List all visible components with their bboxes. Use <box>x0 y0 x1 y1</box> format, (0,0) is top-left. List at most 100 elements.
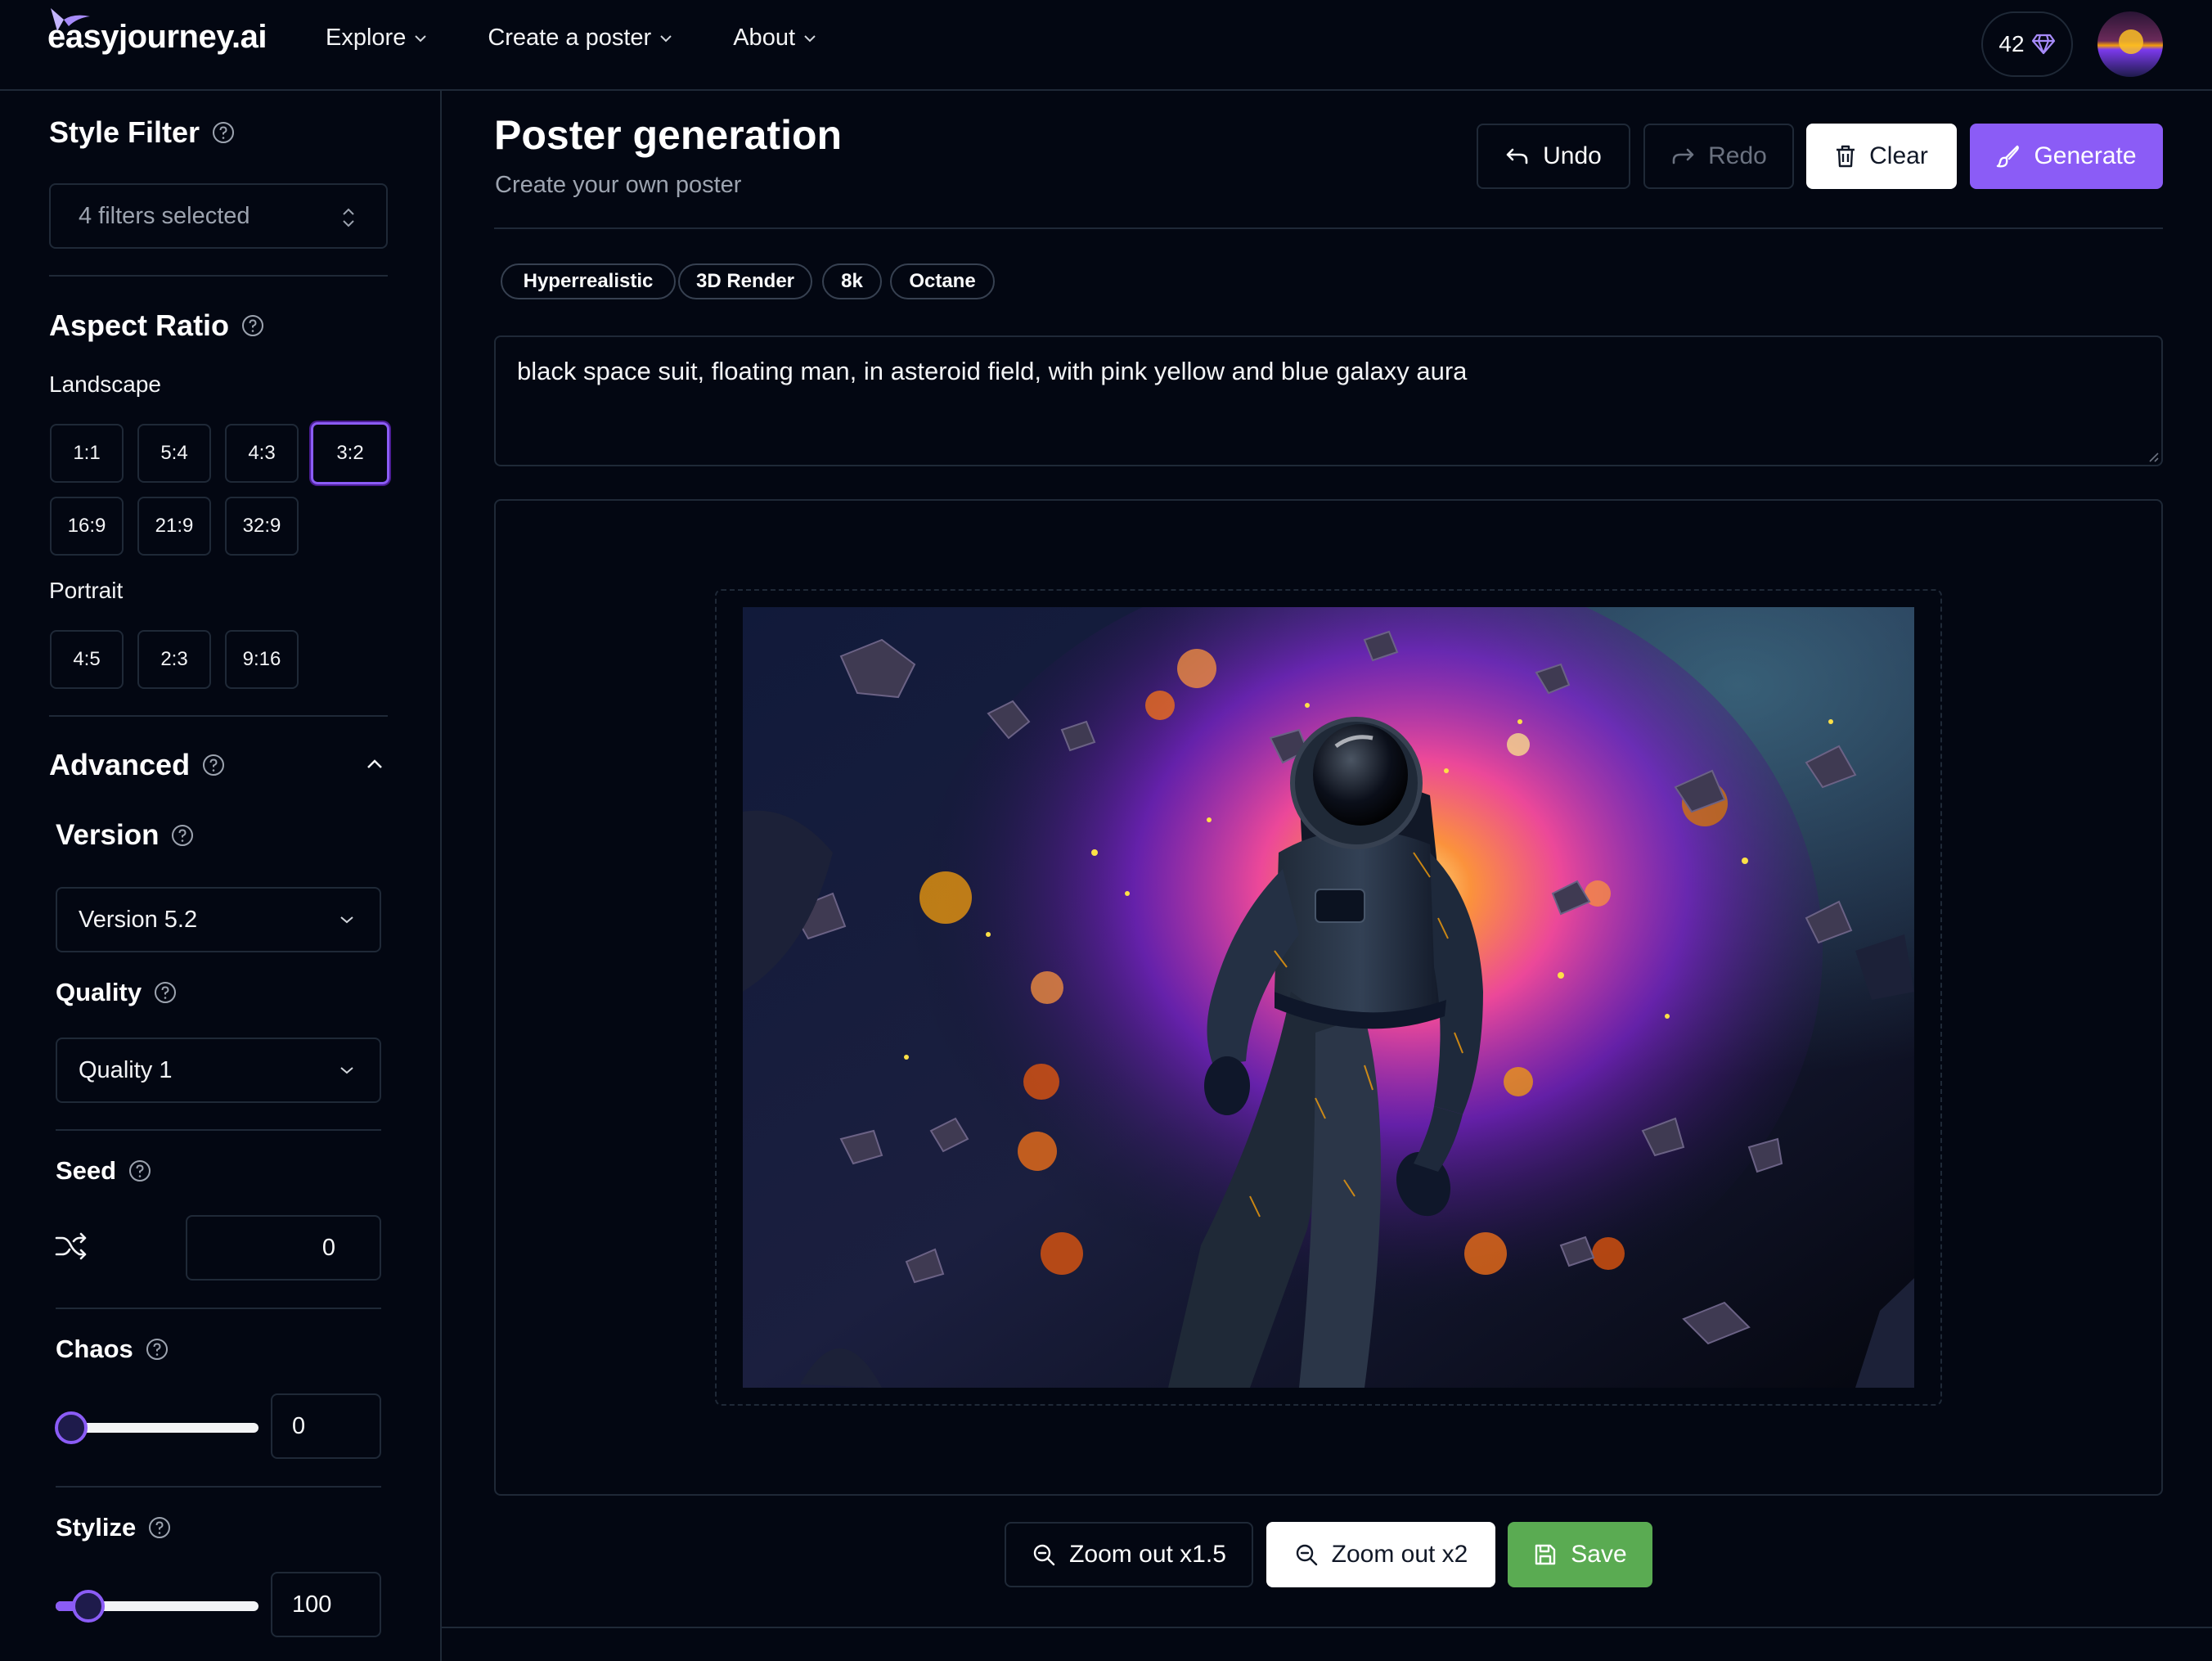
advanced-title: Advanced <box>49 748 191 781</box>
nav-about-label: About <box>733 25 796 51</box>
redo-label: Redo <box>1708 142 1767 169</box>
bird-logo-icon <box>51 8 90 31</box>
style-filter-select[interactable]: 4 filters selected <box>49 183 388 249</box>
nav-explore-label: Explore <box>326 25 407 51</box>
user-avatar[interactable] <box>2097 11 2163 77</box>
style-tag[interactable]: Octane <box>890 263 995 299</box>
nav-about[interactable]: About <box>733 25 816 52</box>
ratio-21-9-button[interactable]: 21:9 <box>137 497 211 556</box>
chaos-slider-thumb[interactable] <box>55 1411 88 1444</box>
stylize-value: 100 <box>292 1591 332 1618</box>
stylize-input[interactable]: 100 <box>271 1572 381 1637</box>
save-label: Save <box>1571 1541 1627 1568</box>
clear-button[interactable]: Clear <box>1806 124 1957 189</box>
ratio-2-3-button[interactable]: 2:3 <box>137 630 211 689</box>
divider <box>494 227 2163 229</box>
footer-divider <box>442 1627 2212 1628</box>
zoom-out-1-5-label: Zoom out x1.5 <box>1069 1541 1226 1568</box>
seed-heading: Seed <box>56 1156 152 1186</box>
zoom-out-1-5-button[interactable]: Zoom out x1.5 <box>1005 1522 1253 1587</box>
zoom-out-2-label: Zoom out x2 <box>1331 1541 1468 1568</box>
help-circle-icon[interactable] <box>201 753 226 777</box>
ratio-4-5-button[interactable]: 4:5 <box>50 630 124 689</box>
ratio-16-9-button[interactable]: 16:9 <box>50 497 124 556</box>
save-button[interactable]: Save <box>1508 1522 1652 1587</box>
zoom-out-2-button[interactable]: Zoom out x2 <box>1266 1522 1495 1587</box>
version-select[interactable]: Version 5.2 <box>56 887 381 952</box>
help-circle-icon[interactable] <box>170 823 195 848</box>
chaos-value: 0 <box>292 1412 306 1439</box>
divider <box>49 275 388 277</box>
resize-handle-icon[interactable] <box>2147 450 2160 463</box>
stylize-slider-thumb[interactable] <box>72 1590 105 1623</box>
divider <box>49 715 388 717</box>
ratio-5-4-button[interactable]: 5:4 <box>137 424 211 483</box>
ratio-1-1-button[interactable]: 1:1 <box>50 424 124 483</box>
chaos-title: Chaos <box>56 1335 133 1363</box>
divider <box>56 1129 381 1131</box>
version-heading: Version <box>56 819 195 852</box>
seed-input[interactable]: 0 <box>186 1215 381 1281</box>
seed-title: Seed <box>56 1156 117 1185</box>
shuffle-icon[interactable] <box>54 1231 88 1261</box>
portrait-label: Portrait <box>49 578 124 603</box>
help-circle-icon[interactable] <box>147 1515 172 1540</box>
divider <box>56 1308 381 1309</box>
quality-value: Quality 1 <box>79 1056 173 1083</box>
credits-count: 42 <box>1998 31 2025 56</box>
nav-create-poster[interactable]: Create a poster <box>488 25 672 52</box>
style-filter-value: 4 filters selected <box>79 202 250 229</box>
seed-value: 0 <box>321 1234 335 1261</box>
redo-icon <box>1672 148 1694 164</box>
credits-badge[interactable]: 42 <box>1981 11 2073 77</box>
generate-button[interactable]: Generate <box>1970 124 2163 189</box>
help-circle-icon[interactable] <box>153 980 178 1005</box>
generated-poster-image[interactable] <box>743 607 1914 1388</box>
zoom-out-icon <box>1033 1544 1055 1566</box>
undo-icon <box>1506 148 1528 164</box>
prompt-textarea[interactable]: black space suit, floating man, in aster… <box>494 335 2163 466</box>
brand-logo[interactable]: easyjourney.ai <box>47 8 267 65</box>
version-value: Version 5.2 <box>79 906 198 933</box>
generate-label: Generate <box>2034 142 2137 169</box>
redo-button[interactable]: Redo <box>1643 124 1794 189</box>
style-tag[interactable]: Hyperrealistic <box>501 263 676 299</box>
nav-explore[interactable]: Explore <box>326 25 427 52</box>
chevron-down-icon <box>340 1067 353 1074</box>
ratio-3-2-button[interactable]: 3:2 <box>311 422 389 484</box>
quality-select[interactable]: Quality 1 <box>56 1038 381 1103</box>
style-tag[interactable]: 3D Render <box>678 263 812 299</box>
save-icon <box>1535 1544 1556 1565</box>
diamond-icon <box>2031 34 2055 55</box>
help-circle-icon[interactable] <box>128 1159 152 1183</box>
chaos-input[interactable]: 0 <box>271 1393 381 1459</box>
style-filter-heading: Style Filter <box>49 115 236 150</box>
clear-label: Clear <box>1869 142 1928 169</box>
trash-icon <box>1837 145 1855 168</box>
chevron-down-icon <box>340 916 353 924</box>
divider <box>56 1486 381 1488</box>
brush-icon <box>1997 145 2020 168</box>
undo-button[interactable]: Undo <box>1477 124 1630 189</box>
chevron-up-icon[interactable] <box>365 758 384 771</box>
chevron-down-icon <box>660 34 672 42</box>
stylize-heading: Stylize <box>56 1513 172 1542</box>
chevron-down-icon <box>804 34 816 42</box>
ratio-4-3-button[interactable]: 4:3 <box>225 424 299 483</box>
advanced-heading[interactable]: Advanced <box>49 748 226 782</box>
chaos-heading: Chaos <box>56 1335 169 1364</box>
nav-create-poster-label: Create a poster <box>488 25 652 51</box>
help-circle-icon[interactable] <box>241 313 265 338</box>
page-subtitle: Create your own poster <box>495 172 742 198</box>
aspect-ratio-heading: Aspect Ratio <box>49 308 265 343</box>
aspect-ratio-title: Aspect Ratio <box>49 308 230 342</box>
astronaut-illustration <box>743 607 1914 1388</box>
style-tag[interactable]: 8k <box>822 263 882 299</box>
sidebar: Style Filter 4 filters selected Aspect R… <box>0 91 442 1661</box>
ratio-32-9-button[interactable]: 32:9 <box>225 497 299 556</box>
help-circle-icon[interactable] <box>145 1337 169 1362</box>
ratio-9-16-button[interactable]: 9:16 <box>225 630 299 689</box>
version-title: Version <box>56 819 160 851</box>
help-circle-icon[interactable] <box>211 120 236 145</box>
quality-heading: Quality <box>56 978 178 1007</box>
